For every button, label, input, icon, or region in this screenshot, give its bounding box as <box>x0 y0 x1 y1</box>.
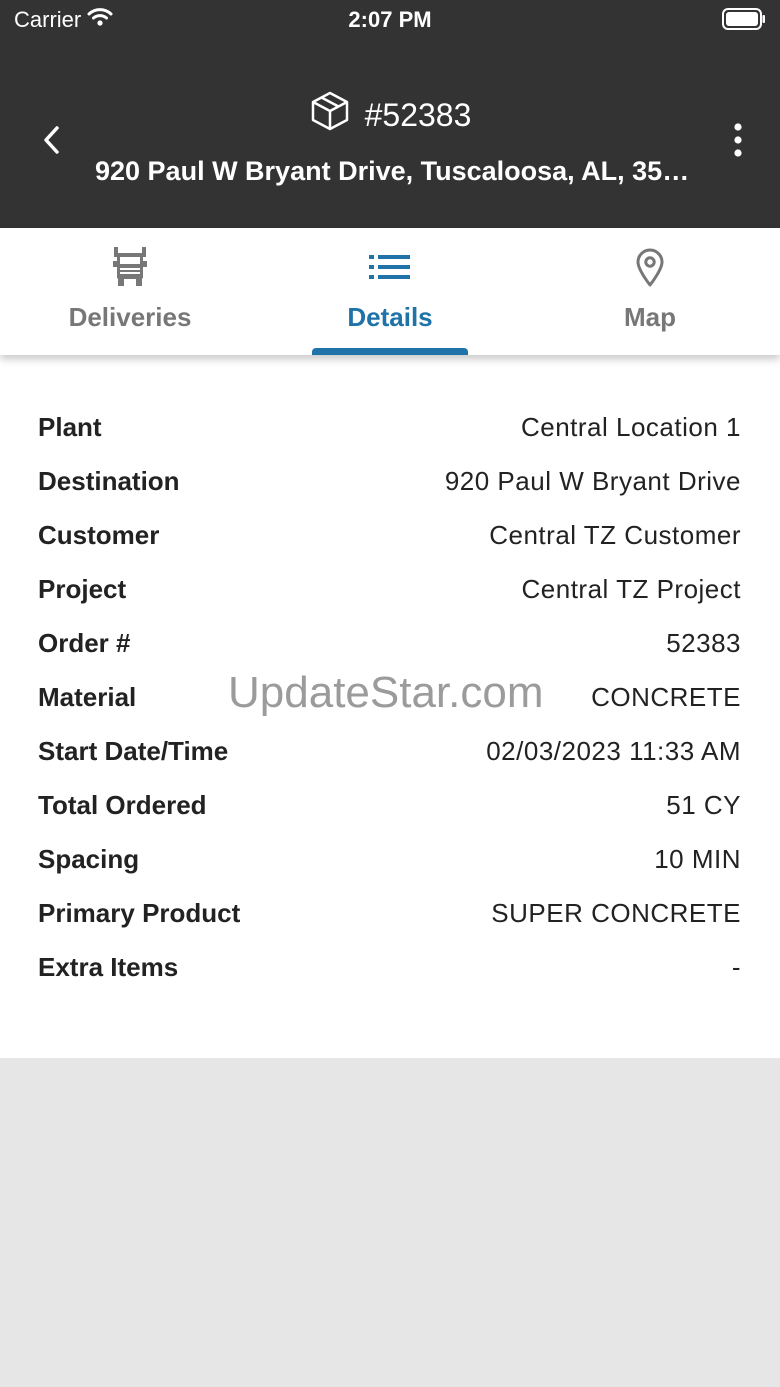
detail-row-extra-items: Extra Items - <box>38 940 741 994</box>
detail-value: - <box>731 951 741 982</box>
detail-value: 02/03/2023 11:33 AM <box>486 735 741 766</box>
watermark: UpdateStar.com <box>228 668 544 717</box>
detail-row-spacing: Spacing 10 MIN <box>38 832 741 886</box>
detail-label: Start Date/Time <box>38 735 229 766</box>
detail-row-order-number: Order # 52383 <box>38 616 741 670</box>
detail-value: Central TZ Project <box>521 573 741 604</box>
battery-icon <box>722 8 766 36</box>
detail-label: Destination <box>38 465 180 496</box>
detail-value: 52383 <box>666 627 741 658</box>
detail-value: 920 Paul W Bryant Drive <box>444 465 741 496</box>
app-header: Carrier 2:07 PM #52383 920 Paul W Bryant… <box>0 0 780 228</box>
order-title: #52383 <box>364 96 472 133</box>
detail-row-primary-product: Primary Product SUPER CONCRETE <box>38 886 741 940</box>
detail-label: Total Ordered <box>38 789 207 820</box>
tab-details[interactable]: Details <box>260 228 520 355</box>
detail-row-plant: Plant Central Location 1 <box>38 400 741 454</box>
detail-row-start-datetime: Start Date/Time 02/03/2023 11:33 AM <box>38 724 741 778</box>
list-icon <box>260 242 520 292</box>
detail-value: SUPER CONCRETE <box>491 897 741 928</box>
detail-value: Central Location 1 <box>520 411 741 442</box>
detail-value: 10 MIN <box>654 843 741 874</box>
status-time: 2:07 PM <box>348 7 432 32</box>
detail-value: Central TZ Customer <box>489 519 741 550</box>
detail-label: Material <box>38 681 137 712</box>
box-icon <box>309 90 351 140</box>
delivery-address: 920 Paul W Bryant Drive, Tuscaloosa, AL,… <box>95 156 700 186</box>
detail-label: Primary Product <box>38 897 241 928</box>
detail-row-total-ordered: Total Ordered 51 CY <box>38 778 741 832</box>
detail-row-destination: Destination 920 Paul W Bryant Drive <box>38 454 741 508</box>
truck-icon <box>0 242 260 292</box>
tab-map[interactable]: Map <box>520 228 780 355</box>
tab-deliveries[interactable]: Deliveries <box>0 228 260 355</box>
tab-details-label: Details <box>347 302 433 332</box>
detail-label: Order # <box>38 627 131 658</box>
more-menu-button[interactable] <box>726 122 750 162</box>
tab-deliveries-label: Deliveries <box>68 302 192 332</box>
tab-map-label: Map <box>624 302 676 332</box>
map-pin-icon <box>520 242 780 292</box>
tab-bar: Deliveries Details Map <box>0 228 780 355</box>
detail-label: Spacing <box>38 843 140 874</box>
detail-label: Extra Items <box>38 951 179 982</box>
detail-value: 51 CY <box>666 789 741 820</box>
status-bar: Carrier 2:07 PM <box>0 0 780 40</box>
detail-row-project: Project Central TZ Project <box>38 562 741 616</box>
more-vertical-icon <box>733 122 743 162</box>
detail-label: Project <box>38 573 127 604</box>
detail-row-customer: Customer Central TZ Customer <box>38 508 741 562</box>
detail-label: Customer <box>38 519 160 550</box>
order-title-row: #52383 <box>0 90 780 140</box>
active-tab-indicator <box>312 348 468 355</box>
detail-label: Plant <box>38 411 102 442</box>
detail-value: CONCRETE <box>591 681 741 712</box>
